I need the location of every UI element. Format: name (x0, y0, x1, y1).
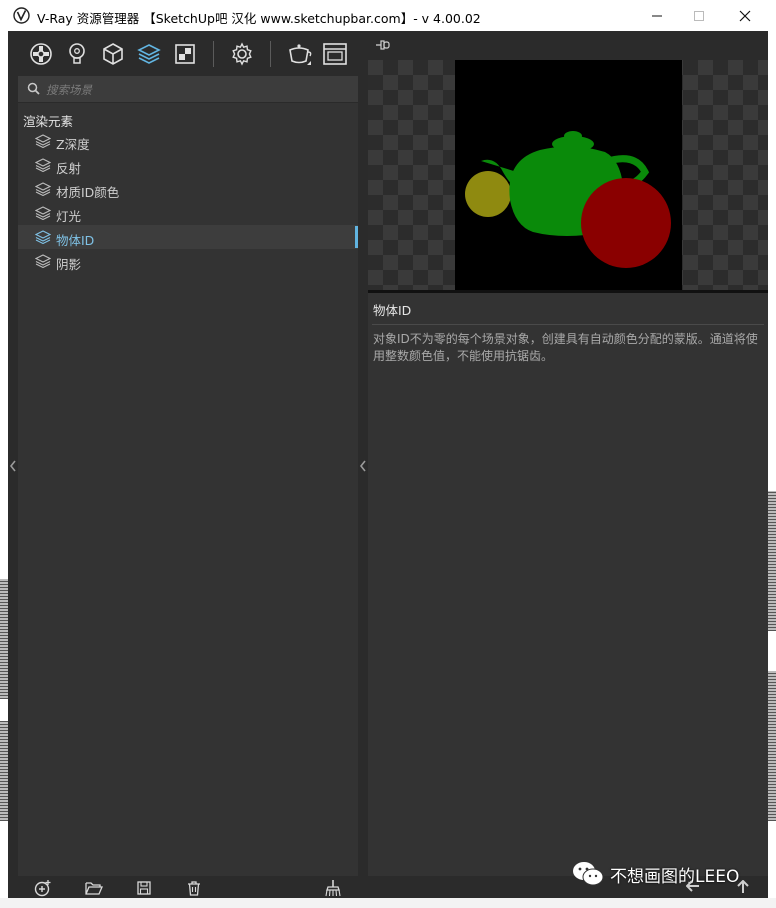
layers-icon (35, 158, 51, 172)
preview-header (368, 31, 768, 59)
list-item-label: 物体ID (56, 233, 95, 248)
list-item-reflection[interactable]: 反射 (18, 153, 358, 177)
lights-button[interactable] (63, 40, 91, 68)
asset-list-panel: 渲染元素 Z深度 反射 材质ID颜色 灯光 物体ID (18, 76, 358, 876)
save-button[interactable] (135, 879, 153, 897)
search-bar (18, 76, 358, 103)
element-description: 对象ID不为零的每个场景对象，创建具有自动颜色分配的蒙版。通道将使用整数颜色值，… (373, 332, 758, 363)
add-element-button[interactable] (34, 879, 52, 897)
render-elements-button[interactable] (135, 40, 163, 68)
search-input[interactable] (44, 79, 348, 101)
purge-icon (325, 880, 341, 897)
category-toolbar (8, 31, 360, 76)
delete-button[interactable] (185, 879, 203, 897)
add-icon (34, 880, 51, 897)
maximize-icon (694, 10, 704, 21)
layers-icon (35, 206, 51, 220)
toolbar-separator (270, 41, 271, 67)
materials-icon (30, 43, 52, 65)
background-right (768, 31, 776, 908)
textures-button[interactable] (171, 40, 199, 68)
minimize-icon (652, 15, 662, 16)
close-button[interactable] (722, 0, 768, 31)
preview-swatch (368, 60, 768, 290)
delete-icon (188, 881, 200, 896)
lights-icon (69, 43, 85, 64)
list-item-shadow[interactable]: 阴影 (18, 249, 358, 273)
save-icon (137, 881, 151, 895)
collapse-left-arrow-icon[interactable] (9, 459, 17, 473)
preview-image (455, 60, 682, 290)
materials-button[interactable] (27, 40, 55, 68)
close-icon (739, 10, 751, 21)
geometry-icon (103, 43, 123, 65)
settings-icon (232, 42, 252, 66)
geometry-button[interactable] (99, 40, 127, 68)
background-bottom (0, 898, 776, 908)
window-title: V-Ray 资源管理器 【SketchUp吧 汉化 www.sketchupba… (37, 11, 481, 26)
list-item-lighting[interactable]: 灯光 (18, 201, 358, 225)
render-elements-list: Z深度 反射 材质ID颜色 灯光 物体ID 阴影 (18, 129, 358, 273)
wechat-icon (573, 862, 604, 886)
frame-buffer-icon (323, 43, 347, 65)
render-elements-icon (137, 44, 161, 64)
collapse-right-arrow-icon[interactable] (359, 459, 367, 473)
open-folder-icon (85, 882, 103, 895)
toolbar-separator (213, 41, 214, 67)
search-icon (27, 82, 40, 95)
list-item-label: 阴影 (56, 257, 82, 272)
watermark: 不想画图的LEEO (572, 860, 739, 888)
settings-button[interactable] (228, 40, 256, 68)
divider (372, 324, 764, 325)
purge-button[interactable] (324, 879, 342, 897)
list-item-label: Z深度 (56, 137, 90, 152)
list-item-label: 材质ID颜色 (56, 185, 120, 200)
background-left (0, 31, 8, 908)
layers-icon (35, 230, 51, 244)
render-icon (289, 44, 312, 65)
up-arrow-icon (737, 880, 749, 893)
list-item-label: 反射 (56, 161, 82, 176)
textures-icon (175, 44, 195, 64)
render-button[interactable] (285, 40, 313, 68)
layers-icon (35, 182, 51, 196)
title-bar: V-Ray 资源管理器 【SketchUp吧 汉化 www.sketchupba… (0, 0, 776, 31)
maximize-button[interactable] (676, 0, 722, 31)
list-item-label: 灯光 (56, 209, 82, 224)
layers-icon (35, 254, 51, 268)
frame-buffer-button[interactable] (321, 40, 349, 68)
element-settings-panel: 物体ID 对象ID不为零的每个场景对象，创建具有自动颜色分配的蒙版。通道将使用整… (368, 293, 768, 876)
teapot-preview-illustration (465, 131, 671, 268)
list-item-z-depth[interactable]: Z深度 (18, 129, 358, 153)
vray-asset-editor: 渲染元素 Z深度 反射 材质ID颜色 灯光 物体ID (8, 31, 768, 898)
minimize-button[interactable] (634, 0, 680, 31)
vray-logo-icon (13, 7, 30, 24)
back-arrow-icon (686, 880, 699, 892)
watermark-text: 不想画图的LEEO (610, 866, 740, 887)
section-title: 渲染元素 (23, 114, 74, 129)
pin-icon[interactable] (375, 39, 391, 51)
list-item-material-id[interactable]: 材质ID颜色 (18, 177, 358, 201)
layers-icon (35, 134, 51, 148)
list-item-object-id[interactable]: 物体ID (18, 225, 358, 249)
open-button[interactable] (85, 879, 103, 897)
element-name: 物体ID (373, 303, 412, 318)
